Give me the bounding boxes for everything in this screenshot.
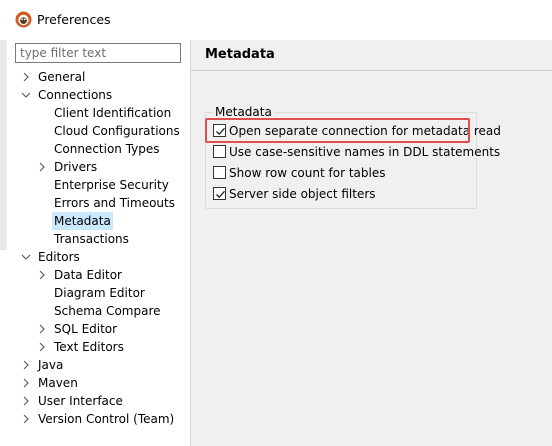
tree-item-label: Drivers [54, 160, 98, 174]
chevron-right-icon[interactable] [36, 320, 48, 338]
option-checkbox[interactable] [213, 187, 226, 200]
page-title: Metadata [205, 47, 275, 62]
tree-item-label: Editors [38, 250, 80, 264]
tree-item-label: Text Editors [54, 340, 124, 354]
window-title: Preferences [37, 12, 111, 27]
tree-item-label: Version Control (Team) [38, 412, 175, 426]
chevron-down-icon[interactable] [20, 248, 32, 266]
tree-item-label: Diagram Editor [54, 286, 145, 300]
option-label: Use case-sensitive names in DDL statemen… [229, 145, 501, 159]
tree-item-label: Schema Compare [54, 304, 161, 318]
app-beaver-icon [15, 11, 32, 28]
title-bar: Preferences [0, 0, 552, 40]
tree-item-label: Enterprise Security [54, 178, 169, 192]
metadata-group-label: Metadata [213, 105, 274, 119]
chevron-right-icon[interactable] [20, 68, 32, 86]
tree-item-label: Client Identification [54, 106, 172, 120]
tree-item-label: Connection Types [54, 142, 160, 156]
option-label: Server side object filters [229, 187, 376, 201]
tree-item-label: Transactions [54, 232, 129, 246]
chevron-right-icon[interactable] [20, 356, 32, 374]
tree-item-label: Connections [38, 88, 113, 102]
highlight-box [205, 118, 470, 143]
left-edge-strip [0, 40, 7, 250]
chevron-right-icon[interactable] [36, 158, 48, 176]
tree-item-label: Data Editor [54, 268, 122, 282]
chevron-right-icon[interactable] [36, 338, 48, 356]
chevron-right-icon[interactable] [20, 410, 32, 428]
chevron-right-icon[interactable] [36, 266, 48, 284]
preference-page [191, 40, 552, 446]
tree-item-label: User Interface [38, 394, 123, 408]
tree-item-label: Errors and Timeouts [54, 196, 175, 210]
option-checkbox[interactable] [213, 145, 226, 158]
filter-input[interactable] [15, 43, 181, 63]
tree-item-label: Java [38, 358, 64, 372]
tree-item-label: Cloud Configurations [54, 124, 180, 138]
chevron-down-icon[interactable] [20, 86, 32, 104]
chevron-right-icon[interactable] [20, 392, 32, 410]
chevron-right-icon[interactable] [20, 374, 32, 392]
option-checkbox[interactable] [213, 166, 226, 179]
option-label: Show row count for tables [229, 166, 386, 180]
tree-item-label: SQL Editor [54, 322, 118, 336]
title-separator [191, 70, 552, 71]
tree-item-label: Metadata [52, 212, 113, 230]
checkmark-icon [216, 190, 225, 199]
tree-item-label: General [38, 70, 86, 84]
tree-item-label: Maven [38, 376, 78, 390]
